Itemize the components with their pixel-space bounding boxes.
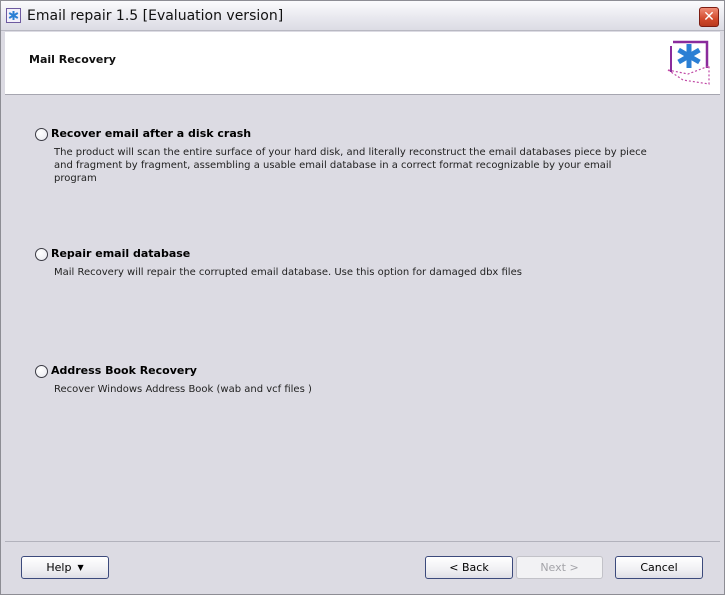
back-button[interactable]: < Back bbox=[425, 556, 513, 579]
radio-disk-crash[interactable] bbox=[35, 128, 48, 141]
help-label: Help bbox=[46, 561, 72, 574]
next-button[interactable]: Next > bbox=[516, 556, 603, 579]
page-title: Mail Recovery bbox=[29, 53, 116, 66]
option-description: The product will scan the entire surface… bbox=[54, 147, 647, 184]
close-button[interactable]: ✕ bbox=[699, 7, 719, 27]
help-button[interactable]: Help ▼ bbox=[21, 556, 109, 579]
back-label: < Back bbox=[449, 561, 489, 574]
asterisk-envelope-logo bbox=[667, 40, 710, 85]
cancel-button[interactable]: Cancel bbox=[615, 556, 703, 579]
option-disk-crash[interactable]: Recover email after a disk crash The pro… bbox=[35, 127, 675, 184]
option-description: Mail Recovery will repair the corrupted … bbox=[54, 267, 522, 278]
next-label: Next > bbox=[540, 561, 579, 574]
cancel-label: Cancel bbox=[640, 561, 678, 574]
footer-divider bbox=[5, 541, 720, 542]
option-description: Recover Windows Address Book (wab and vc… bbox=[54, 384, 312, 395]
close-icon: ✕ bbox=[703, 9, 715, 25]
option-label: Recover email after a disk crash bbox=[51, 127, 252, 140]
radio-repair-database[interactable] bbox=[35, 248, 48, 261]
wizard-header: Mail Recovery bbox=[5, 32, 720, 95]
option-label: Address Book Recovery bbox=[51, 364, 197, 377]
radio-address-book[interactable] bbox=[35, 365, 48, 378]
app-window: Email repair 1.5 [Evaluation version] ✕ … bbox=[0, 0, 725, 595]
option-address-book[interactable]: Address Book Recovery Recover Windows Ad… bbox=[35, 364, 675, 400]
app-logo-icon bbox=[6, 8, 21, 23]
title-bar[interactable]: Email repair 1.5 [Evaluation version] ✕ bbox=[1, 1, 724, 31]
caret-down-icon: ▼ bbox=[77, 563, 84, 572]
option-label: Repair email database bbox=[51, 247, 191, 260]
option-repair-database[interactable]: Repair email database Mail Recovery will… bbox=[35, 247, 675, 283]
window-title: Email repair 1.5 [Evaluation version] bbox=[27, 8, 284, 24]
recovery-options: Recover email after a disk crash The pro… bbox=[5, 96, 720, 536]
